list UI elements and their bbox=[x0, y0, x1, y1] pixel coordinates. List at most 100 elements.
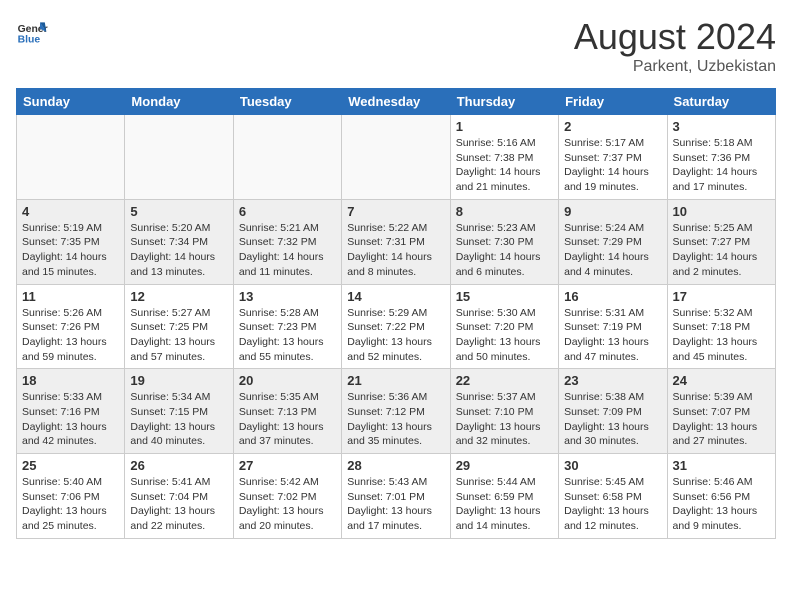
weekday-header-row: SundayMondayTuesdayWednesdayThursdayFrid… bbox=[17, 89, 776, 115]
day-number: 15 bbox=[456, 289, 553, 304]
table-row: 6Sunrise: 5:21 AM Sunset: 7:32 PM Daylig… bbox=[233, 199, 341, 284]
table-row: 27 Sunrise: 5:42 AM Sunset: 7:02 PM Dayli… bbox=[233, 454, 341, 539]
day-number: 31 bbox=[673, 458, 770, 473]
day-number: 22 bbox=[456, 373, 553, 388]
day-number: 29 bbox=[456, 458, 553, 473]
title-block: August 2024 Parkent, Uzbekistan bbox=[574, 16, 776, 76]
day-info: Sunrise: 5:43 AM Sunset: 7:01 PM Dayligh… bbox=[347, 475, 444, 534]
page-header: General Blue August 2024 Parkent, Uzbeki… bbox=[16, 16, 776, 76]
day-info: Sunrise: 5:29 AM Sunset: 7:22 PM Dayligh… bbox=[347, 306, 444, 365]
day-info: Sunrise: 5:22 AM Sunset: 7:31 PM Dayligh… bbox=[347, 221, 444, 280]
day-number: 19 bbox=[130, 373, 227, 388]
table-row: 19 Sunrise: 5:34 AM Sunset: 7:15 PM Dayli… bbox=[125, 369, 233, 454]
table-row: 25 Sunrise: 5:40 AM Sunset: 7:06 PM Dayli… bbox=[17, 454, 125, 539]
day-info: Sunrise: 5:37 AM Sunset: 7:10 PM Dayligh… bbox=[456, 390, 553, 449]
day-number: 8 bbox=[456, 204, 553, 219]
table-row: 17 Sunrise: 5:32 AM Sunset: 7:18 PM Dayli… bbox=[667, 284, 775, 369]
weekday-header-thursday: Thursday bbox=[450, 89, 558, 115]
weekday-header-tuesday: Tuesday bbox=[233, 89, 341, 115]
day-number: 9 bbox=[564, 204, 661, 219]
calendar-week-row: 18 Sunrise: 5:33 AM Sunset: 7:16 PM Dayli… bbox=[17, 369, 776, 454]
table-row bbox=[17, 115, 125, 200]
day-number: 30 bbox=[564, 458, 661, 473]
table-row: 14 Sunrise: 5:29 AM Sunset: 7:22 PM Dayli… bbox=[342, 284, 450, 369]
day-number: 12 bbox=[130, 289, 227, 304]
day-number: 16 bbox=[564, 289, 661, 304]
table-row: 9 Sunrise: 5:24 AM Sunset: 7:29 PM Daylig… bbox=[559, 199, 667, 284]
day-info: Sunrise: 5:26 AM Sunset: 7:26 PM Dayligh… bbox=[22, 306, 119, 365]
weekday-header-friday: Friday bbox=[559, 89, 667, 115]
table-row: 3 Sunrise: 5:18 AM Sunset: 7:36 PM Daylig… bbox=[667, 115, 775, 200]
table-row: 21 Sunrise: 5:36 AM Sunset: 7:12 PM Dayli… bbox=[342, 369, 450, 454]
day-info: Sunrise: 5:28 AM Sunset: 7:23 PM Dayligh… bbox=[239, 306, 336, 365]
day-info: Sunrise: 5:41 AM Sunset: 7:04 PM Dayligh… bbox=[130, 475, 227, 534]
day-info: Sunrise: 5:33 AM Sunset: 7:16 PM Dayligh… bbox=[22, 390, 119, 449]
table-row: 4 Sunrise: 5:19 AM Sunset: 7:35 PM Daylig… bbox=[17, 199, 125, 284]
weekday-header-saturday: Saturday bbox=[667, 89, 775, 115]
day-number: 13 bbox=[239, 289, 336, 304]
table-row bbox=[125, 115, 233, 200]
svg-text:Blue: Blue bbox=[18, 34, 41, 45]
day-info: Sunrise: 5:21 AM Sunset: 7:32 PM Dayligh… bbox=[239, 221, 336, 280]
day-number: 3 bbox=[673, 119, 770, 134]
table-row: 22 Sunrise: 5:37 AM Sunset: 7:10 PM Dayli… bbox=[450, 369, 558, 454]
table-row: 31 Sunrise: 5:46 AM Sunset: 6:56 PM Dayli… bbox=[667, 454, 775, 539]
weekday-header-sunday: Sunday bbox=[17, 89, 125, 115]
day-info: Sunrise: 5:25 AM Sunset: 7:27 PM Dayligh… bbox=[673, 221, 770, 280]
day-info: Sunrise: 5:40 AM Sunset: 7:06 PM Dayligh… bbox=[22, 475, 119, 534]
calendar-week-row: 25 Sunrise: 5:40 AM Sunset: 7:06 PM Dayli… bbox=[17, 454, 776, 539]
day-info: Sunrise: 5:32 AM Sunset: 7:18 PM Dayligh… bbox=[673, 306, 770, 365]
table-row: 8 Sunrise: 5:23 AM Sunset: 7:30 PM Daylig… bbox=[450, 199, 558, 284]
day-info: Sunrise: 5:34 AM Sunset: 7:15 PM Dayligh… bbox=[130, 390, 227, 449]
day-number: 4 bbox=[22, 204, 119, 219]
day-number: 21 bbox=[347, 373, 444, 388]
day-number: 24 bbox=[673, 373, 770, 388]
calendar-week-row: 4 Sunrise: 5:19 AM Sunset: 7:35 PM Daylig… bbox=[17, 199, 776, 284]
table-row: 12 Sunrise: 5:27 AM Sunset: 7:25 PM Dayli… bbox=[125, 284, 233, 369]
day-info: Sunrise: 5:30 AM Sunset: 7:20 PM Dayligh… bbox=[456, 306, 553, 365]
day-number: 7 bbox=[347, 204, 444, 219]
day-info: Sunrise: 5:44 AM Sunset: 6:59 PM Dayligh… bbox=[456, 475, 553, 534]
day-number: 28 bbox=[347, 458, 444, 473]
day-info: Sunrise: 5:19 AM Sunset: 7:35 PM Dayligh… bbox=[22, 221, 119, 280]
table-row bbox=[342, 115, 450, 200]
day-number: 26 bbox=[130, 458, 227, 473]
day-number: 1 bbox=[456, 119, 553, 134]
day-number: 5 bbox=[130, 204, 227, 219]
day-number: 10 bbox=[673, 204, 770, 219]
day-info: Sunrise: 5:16 AM Sunset: 7:38 PM Dayligh… bbox=[456, 136, 553, 195]
day-info: Sunrise: 5:31 AM Sunset: 7:19 PM Dayligh… bbox=[564, 306, 661, 365]
table-row: 16 Sunrise: 5:31 AM Sunset: 7:19 PM Dayli… bbox=[559, 284, 667, 369]
day-info: Sunrise: 5:27 AM Sunset: 7:25 PM Dayligh… bbox=[130, 306, 227, 365]
day-number: 2 bbox=[564, 119, 661, 134]
month-year-title: August 2024 bbox=[574, 16, 776, 58]
day-number: 18 bbox=[22, 373, 119, 388]
day-number: 11 bbox=[22, 289, 119, 304]
table-row: 11 Sunrise: 5:26 AM Sunset: 7:26 PM Dayli… bbox=[17, 284, 125, 369]
day-info: Sunrise: 5:46 AM Sunset: 6:56 PM Dayligh… bbox=[673, 475, 770, 534]
day-number: 20 bbox=[239, 373, 336, 388]
day-number: 25 bbox=[22, 458, 119, 473]
day-info: Sunrise: 5:38 AM Sunset: 7:09 PM Dayligh… bbox=[564, 390, 661, 449]
calendar-week-row: 11 Sunrise: 5:26 AM Sunset: 7:26 PM Dayli… bbox=[17, 284, 776, 369]
day-number: 27 bbox=[239, 458, 336, 473]
table-row: 20 Sunrise: 5:35 AM Sunset: 7:13 PM Dayli… bbox=[233, 369, 341, 454]
day-number: 17 bbox=[673, 289, 770, 304]
day-info: Sunrise: 5:39 AM Sunset: 7:07 PM Dayligh… bbox=[673, 390, 770, 449]
table-row: 24 Sunrise: 5:39 AM Sunset: 7:07 PM Dayli… bbox=[667, 369, 775, 454]
calendar-week-row: 1 Sunrise: 5:16 AM Sunset: 7:38 PM Daylig… bbox=[17, 115, 776, 200]
day-info: Sunrise: 5:17 AM Sunset: 7:37 PM Dayligh… bbox=[564, 136, 661, 195]
day-info: Sunrise: 5:18 AM Sunset: 7:36 PM Dayligh… bbox=[673, 136, 770, 195]
calendar-table: SundayMondayTuesdayWednesdayThursdayFrid… bbox=[16, 88, 776, 539]
table-row: 5Sunrise: 5:20 AM Sunset: 7:34 PM Daylig… bbox=[125, 199, 233, 284]
day-info: Sunrise: 5:24 AM Sunset: 7:29 PM Dayligh… bbox=[564, 221, 661, 280]
day-number: 14 bbox=[347, 289, 444, 304]
day-info: Sunrise: 5:42 AM Sunset: 7:02 PM Dayligh… bbox=[239, 475, 336, 534]
day-info: Sunrise: 5:35 AM Sunset: 7:13 PM Dayligh… bbox=[239, 390, 336, 449]
table-row: 23Sunrise: 5:38 AM Sunset: 7:09 PM Dayli… bbox=[559, 369, 667, 454]
day-info: Sunrise: 5:23 AM Sunset: 7:30 PM Dayligh… bbox=[456, 221, 553, 280]
weekday-header-monday: Monday bbox=[125, 89, 233, 115]
day-info: Sunrise: 5:45 AM Sunset: 6:58 PM Dayligh… bbox=[564, 475, 661, 534]
day-info: Sunrise: 5:36 AM Sunset: 7:12 PM Dayligh… bbox=[347, 390, 444, 449]
location-subtitle: Parkent, Uzbekistan bbox=[574, 58, 776, 76]
